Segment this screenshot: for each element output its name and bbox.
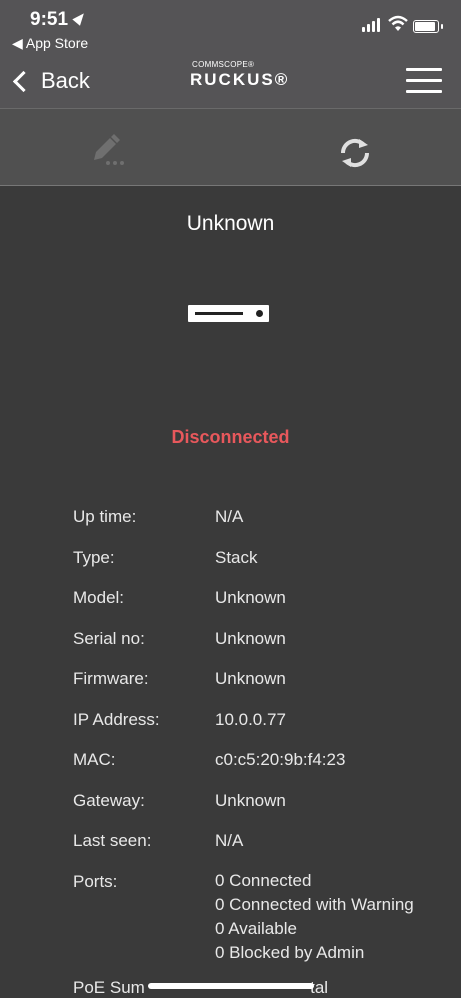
property-row: Last seen: N/A xyxy=(73,831,453,872)
refresh-icon[interactable] xyxy=(335,133,375,173)
nav-bar: Back COMMSCOPE® RUCKUS® xyxy=(0,52,461,109)
ports-label: Ports: xyxy=(73,872,118,891)
logo-commscope-text: COMMSCOPE® xyxy=(192,60,255,69)
device-title: Unknown xyxy=(186,212,275,235)
home-indicator[interactable] xyxy=(148,983,314,989)
property-row: Serial no: Unknown xyxy=(73,629,453,670)
chevron-left-icon xyxy=(12,70,35,92)
property-row: Up time: N/A xyxy=(73,507,453,548)
cellular-signal-icon xyxy=(362,18,382,32)
property-label: Up time: xyxy=(73,507,137,526)
property-row: Gateway: Unknown xyxy=(73,791,453,832)
property-value: N/A xyxy=(215,831,244,850)
action-toolbar xyxy=(0,109,461,186)
property-row: Firmware: Unknown xyxy=(73,669,453,710)
property-row: MAC: c0:c5:20:9b:f4:23 xyxy=(73,750,453,791)
device-properties: Up time: N/A Type: Stack Model: Unknown … xyxy=(73,507,453,872)
back-to-app-store-link[interactable]: ◀ App Store xyxy=(12,35,88,52)
property-label: Firmware: xyxy=(73,669,149,688)
status-bar: 9:51 ◀ App Store xyxy=(0,0,461,52)
property-row: IP Address: 10.0.0.77 xyxy=(73,710,453,751)
pencil-icon[interactable] xyxy=(90,130,130,170)
ports-values: 0 Connected 0 Connected with Warning 0 A… xyxy=(215,872,414,968)
logo-ruckus-text: RUCKUS® xyxy=(190,70,290,89)
property-value: Unknown xyxy=(215,628,286,648)
back-label: Back xyxy=(41,68,90,93)
status-badge: Disconnected xyxy=(171,427,290,447)
back-button[interactable]: Back xyxy=(10,66,90,96)
ports-connected: 0 Connected xyxy=(215,871,312,890)
property-row: Model: Unknown xyxy=(73,588,453,629)
property-value: N/A xyxy=(215,507,244,526)
hamburger-menu-icon[interactable] xyxy=(406,68,442,94)
status-time: 9:51 xyxy=(30,9,69,30)
ports-connected-warning: 0 Connected with Warning xyxy=(215,895,414,914)
property-label: Gateway: xyxy=(73,790,145,810)
property-label: MAC: xyxy=(73,750,116,769)
property-label: Model: xyxy=(73,588,125,607)
location-arrow-icon xyxy=(72,10,88,26)
battery-icon xyxy=(413,20,443,33)
ports-available: 0 Available xyxy=(215,919,297,938)
property-label: Last seen: xyxy=(73,831,152,850)
switch-device-icon xyxy=(188,305,269,322)
property-label: Type: xyxy=(73,547,115,567)
property-label: IP Address: xyxy=(73,709,160,729)
property-value: 10.0.0.77 xyxy=(215,709,286,729)
property-label: Serial no: xyxy=(73,628,145,648)
property-value: Unknown xyxy=(215,588,286,607)
ruckus-logo: COMMSCOPE® RUCKUS® xyxy=(190,60,290,100)
property-value: Unknown xyxy=(215,790,286,810)
property-row: Type: Stack xyxy=(73,548,453,589)
property-value: Stack xyxy=(215,547,258,567)
property-value: Unknown xyxy=(215,669,286,688)
ports-blocked: 0 Blocked by Admin xyxy=(215,943,365,962)
wifi-icon xyxy=(388,15,408,31)
property-value: c0:c5:20:9b:f4:23 xyxy=(215,750,346,769)
